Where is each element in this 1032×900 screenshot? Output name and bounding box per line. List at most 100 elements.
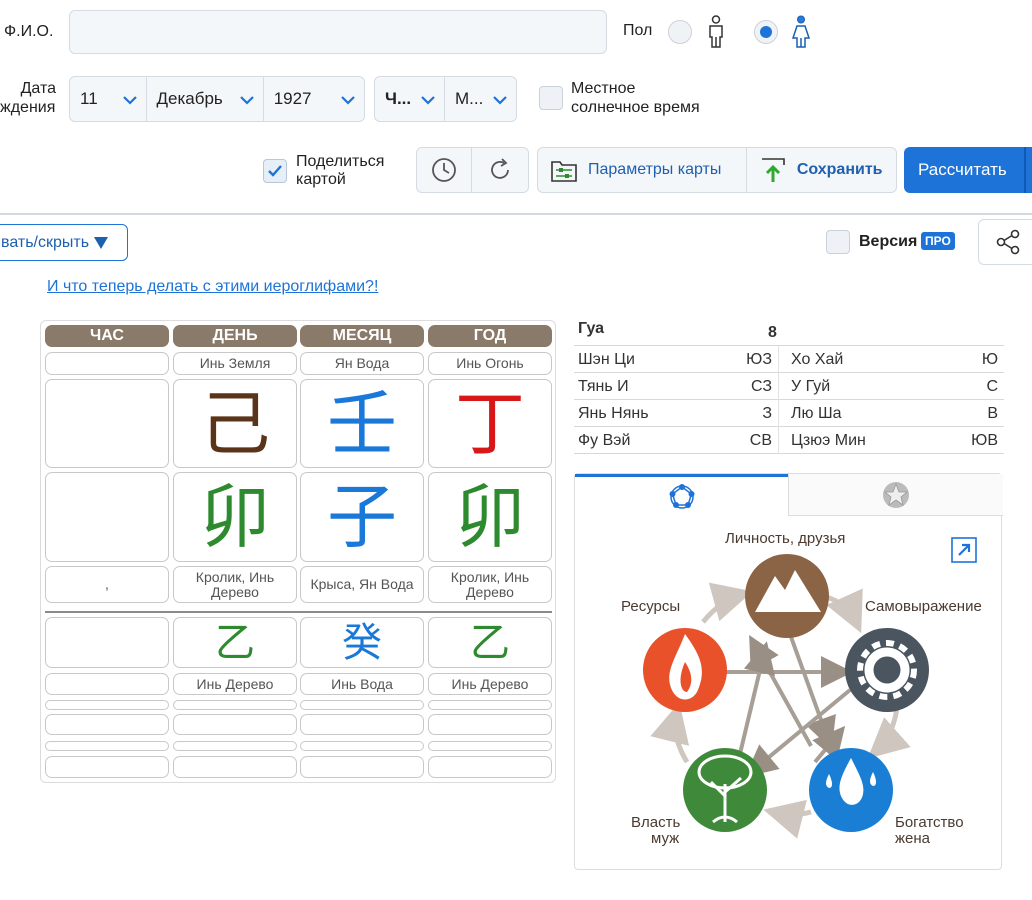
extra-row-cell <box>45 714 169 735</box>
extra-row-cell <box>300 741 424 751</box>
stem-glyph-cell[interactable]: 壬 <box>300 379 424 468</box>
share-button[interactable] <box>978 219 1032 265</box>
chevron-down-icon <box>239 96 254 105</box>
extra-row-cell <box>173 700 297 710</box>
pillar-separator <box>45 611 552 613</box>
birth-date-group: 11 Декабрь 1927 <box>69 76 365 122</box>
female-icon <box>790 15 812 49</box>
stem-name-cell: Инь Земля <box>173 352 297 375</box>
history-button[interactable] <box>417 148 473 192</box>
month-value: Декабрь <box>156 89 223 108</box>
gua-direction-value: В <box>987 405 998 422</box>
gua-direction-value: Ю <box>981 351 998 368</box>
clock-icon <box>432 158 456 182</box>
calculate-button[interactable]: Рассчитать <box>904 147 1032 193</box>
stem-name-cell: Инь Огонь <box>428 352 552 375</box>
label-power: Власть <box>631 814 681 831</box>
branch-glyph-cell[interactable]: 子 <box>300 472 424 562</box>
minute-select[interactable]: М... <box>445 77 516 121</box>
refresh-button[interactable] <box>472 148 528 192</box>
label-resources: Ресурсы <box>621 598 681 615</box>
birth-label-2: ждения <box>0 99 56 116</box>
hidden-name-cell: Инь Вода <box>300 673 424 695</box>
gender-female-radio[interactable] <box>754 20 778 44</box>
pillar-header: МЕСЯЦ <box>300 325 424 347</box>
pro-version-checkbox[interactable] <box>826 230 850 254</box>
branch-glyph-cell[interactable]: 卯 <box>173 472 297 562</box>
hidden-stem-cell[interactable] <box>45 617 169 668</box>
gua-direction-value: С <box>986 378 998 395</box>
branch-name-cell: , <box>45 566 169 603</box>
save-button[interactable]: Сохранить <box>747 148 896 192</box>
chevron-down-icon <box>341 96 355 105</box>
hour-select[interactable]: Ч... <box>375 77 446 121</box>
extra-row-cell <box>428 756 552 778</box>
year-value: 1927 <box>273 89 312 108</box>
stem-glyph-cell[interactable] <box>45 379 169 468</box>
gua-column-divider <box>778 346 779 454</box>
stem-glyph-cell[interactable]: 己 <box>173 379 297 468</box>
hidden-stem-cell[interactable]: 乙 <box>428 617 552 668</box>
gua-direction-value: З <box>762 405 772 422</box>
button-divider <box>1024 147 1026 193</box>
branch-name-cell: Кролик, Инь Дерево <box>428 566 552 603</box>
gua-direction-name: Лю Ша <box>791 405 842 422</box>
chevron-down-icon <box>493 96 507 105</box>
elements-panel: Личность, друзья Самовыражение Ресурсы В… <box>574 473 1003 870</box>
chevron-down-icon <box>421 96 435 105</box>
share-label-1: Поделиться <box>296 153 385 170</box>
extra-row-cell <box>45 756 169 778</box>
params-button[interactable]: Параметры карты <box>538 148 747 192</box>
hour-value: Ч... <box>385 89 412 108</box>
pillar-header: ГОД <box>428 325 552 347</box>
refresh-icon <box>491 158 509 179</box>
gua-direction-value: СЗ <box>750 378 772 395</box>
extra-row-cell <box>428 714 552 735</box>
extra-row-cell <box>173 756 297 778</box>
branch-glyph-cell[interactable]: 卯 <box>428 472 552 562</box>
hidden-name-cell <box>45 673 169 695</box>
stem-name-cell <box>45 352 169 375</box>
pillars-table: ЧАС, ДЕНЬ Инь Земля 己卯 Кролик, Инь Дерево 乙 Ин… <box>40 320 556 783</box>
upload-icon <box>761 158 785 182</box>
branch-glyph-cell[interactable] <box>45 472 169 562</box>
help-link[interactable]: И что теперь делать с этими иероглифами?… <box>47 278 378 296</box>
day-select[interactable]: 11 <box>70 77 147 121</box>
label-wealth: Богатство <box>895 814 964 831</box>
minute-value: М... <box>455 89 484 108</box>
month-select[interactable]: Декабрь <box>147 77 264 121</box>
hidden-stem-cell[interactable]: 癸 <box>300 617 424 668</box>
hidden-stem-cell[interactable]: 乙 <box>173 617 297 668</box>
gua-row: Тянь И СЗ У Гуй С <box>574 373 1004 400</box>
hidden-name-cell: Инь Дерево <box>428 673 552 695</box>
save-label: Сохранить <box>796 161 883 178</box>
folder-settings-icon <box>551 161 577 182</box>
birth-time-group: Ч... М... <box>374 76 517 122</box>
name-input[interactable] <box>69 10 607 54</box>
gua-direction-name: Шэн Ци <box>578 351 635 368</box>
wood-element <box>683 748 767 832</box>
earth-element <box>745 554 829 638</box>
gua-direction-name: Цзюэ Мин <box>791 432 866 449</box>
extra-row-cell <box>173 741 297 751</box>
gender-label: Пол <box>623 22 653 39</box>
share-checkbox[interactable] <box>263 159 287 183</box>
toggle-button[interactable]: вать/скрыть <box>0 224 128 261</box>
day-value: 11 <box>80 89 98 108</box>
name-label: Ф.И.О. <box>4 23 54 40</box>
solar-time-checkbox[interactable] <box>539 86 563 110</box>
hidden-name-cell: Инь Дерево <box>173 673 297 695</box>
pillar-header: ДЕНЬ <box>173 325 297 347</box>
gender-male-radio[interactable] <box>668 20 692 44</box>
solar-label-2: солнечное время <box>571 99 700 116</box>
page: Ф.И.О. Пол Дата ждения 11 Декабрь 1927 Ч… <box>0 0 1032 900</box>
label-husband: муж <box>651 830 680 847</box>
gua-row: Фу Вэй СВ Цзюэ Мин ЮВ <box>574 427 1004 454</box>
extra-row-cell <box>300 700 424 710</box>
gua-row: Шэн Ци ЮЗ Хо Хай Ю <box>574 346 1004 373</box>
share-icon <box>996 229 1020 255</box>
calculate-label: Рассчитать <box>918 160 1007 179</box>
stem-glyph-cell[interactable]: 丁 <box>428 379 552 468</box>
gua-header-row: Гуа 8 <box>574 318 1004 346</box>
year-select[interactable]: 1927 <box>264 77 364 121</box>
